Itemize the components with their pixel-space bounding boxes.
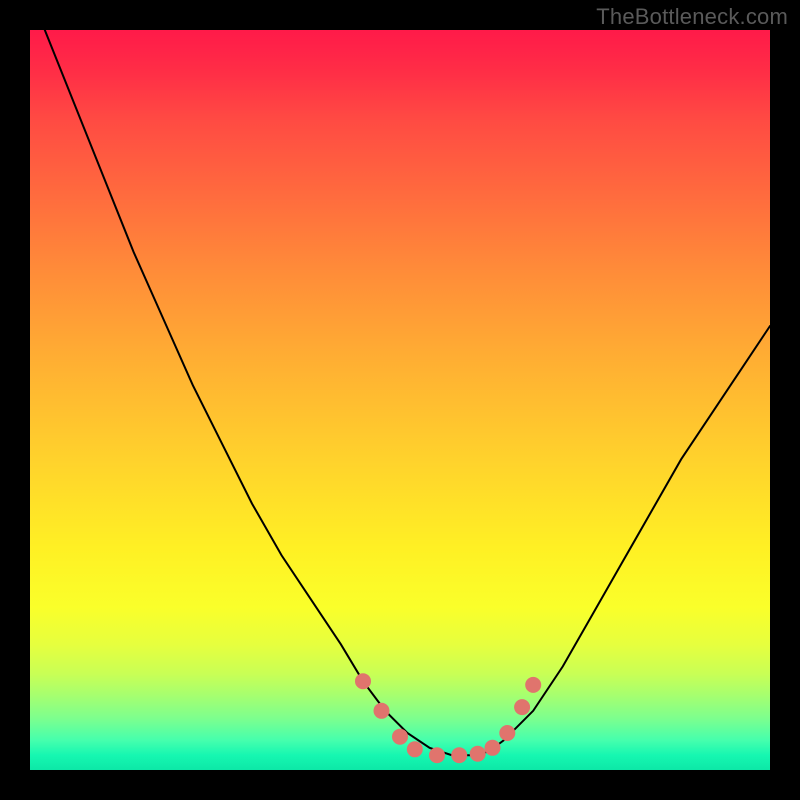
marker-point bbox=[355, 673, 371, 689]
curve-markers bbox=[355, 673, 541, 763]
marker-point bbox=[525, 677, 541, 693]
marker-point bbox=[429, 747, 445, 763]
chart-svg bbox=[30, 30, 770, 770]
bottleneck-curve bbox=[45, 30, 770, 755]
chart-frame: TheBottleneck.com bbox=[0, 0, 800, 800]
marker-point bbox=[499, 725, 515, 741]
marker-point bbox=[470, 746, 486, 762]
marker-point bbox=[514, 699, 530, 715]
marker-point bbox=[451, 747, 467, 763]
marker-point bbox=[407, 741, 423, 757]
marker-point bbox=[392, 729, 408, 745]
plot-area bbox=[30, 30, 770, 770]
watermark-text: TheBottleneck.com bbox=[596, 4, 788, 30]
marker-point bbox=[374, 703, 390, 719]
marker-point bbox=[485, 740, 501, 756]
